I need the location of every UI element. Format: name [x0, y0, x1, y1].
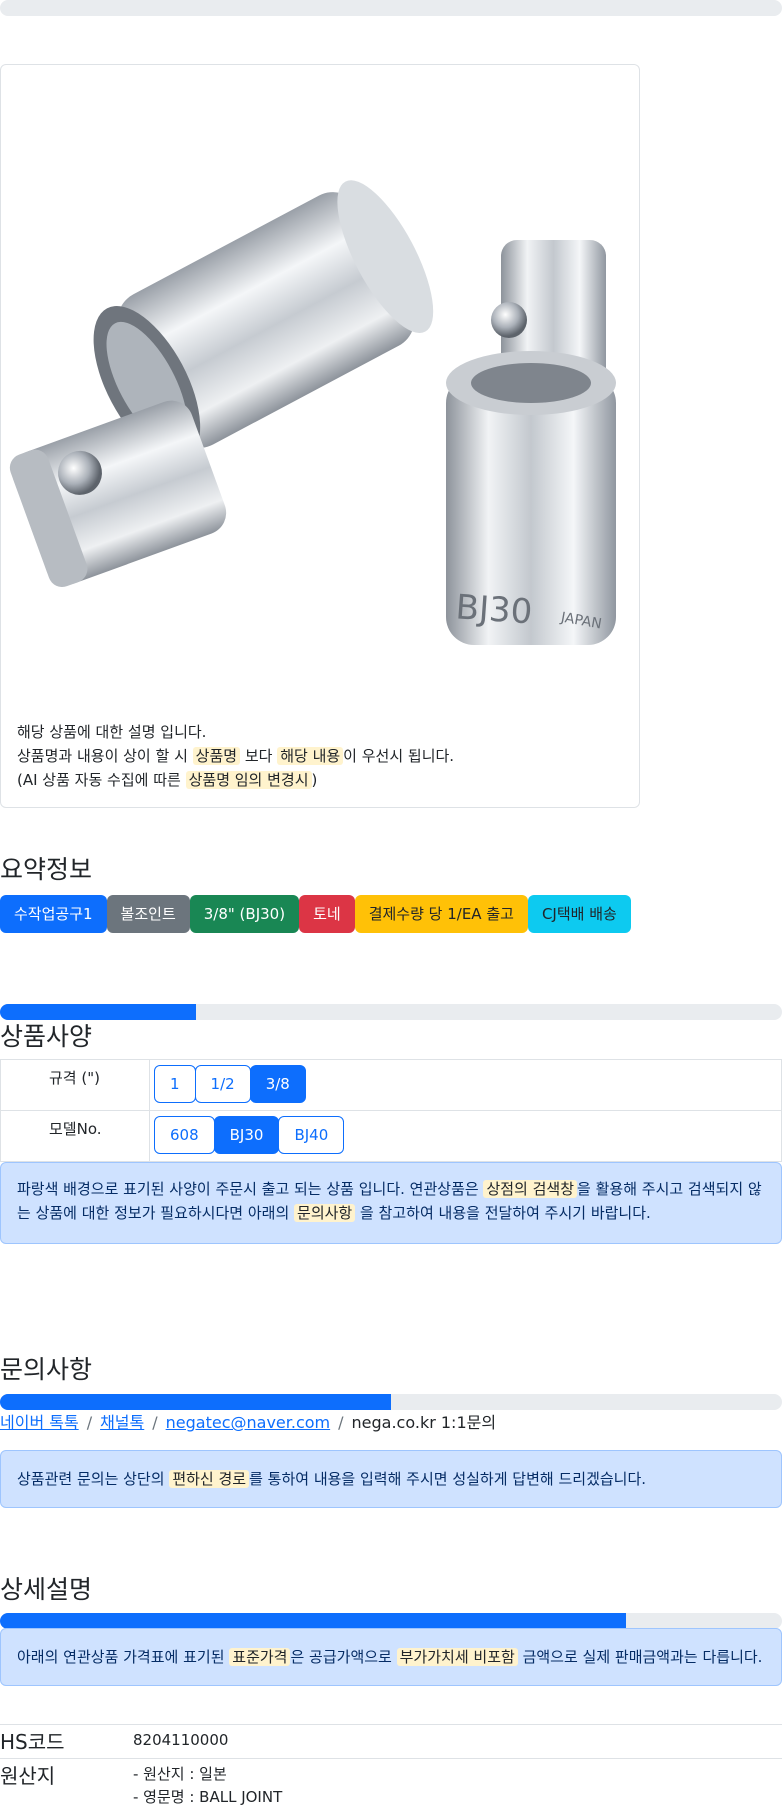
- detail-title: 상세설명: [0, 1575, 93, 1604]
- inquiry-progress: [0, 1394, 782, 1410]
- channel-talk-link[interactable]: 채널톡: [100, 1413, 144, 1432]
- size-option-3-8[interactable]: 3/8: [249, 1065, 306, 1103]
- inquiry-notice: 상품관련 문의는 상단의 편하신 경로 를 통하여 내용을 입력해 주시면 성실하…: [0, 1450, 782, 1508]
- badge-quantity: 결제수량 당 1/EA 출고: [354, 895, 528, 933]
- card-desc-line2: 상품명과 내용이 상이 할 시 상품명 보다 해당 내용 이 우선시 됩니다.: [17, 747, 455, 765]
- card-desc-line3: (AI 상품 자동 수집에 따른 상품명 임의 변경시): [17, 771, 318, 789]
- inquiry-progress-fill: [0, 1394, 391, 1410]
- svg-text:BJ30: BJ30: [454, 587, 533, 632]
- summary-title: 요약정보: [0, 855, 93, 884]
- link-separator: /: [86, 1413, 93, 1432]
- model-option-608[interactable]: 608: [154, 1116, 215, 1154]
- detail-progress-fill: [0, 1613, 626, 1629]
- product-info-table: HS코드 8204110000 원산지 - 원산지 : 일본 - 영문명 : B…: [0, 1724, 782, 1808]
- model-option-bj40[interactable]: BJ40: [278, 1116, 345, 1154]
- hs-code-label: HS코드: [0, 1730, 65, 1754]
- badge-shipping: CJ택배 배송: [527, 895, 631, 933]
- link-separator: /: [338, 1413, 344, 1432]
- size-option-1-2[interactable]: 1/2: [194, 1065, 251, 1103]
- spec-title: 상품사양: [0, 1022, 93, 1051]
- badge-size: 3/8" (BJ30): [189, 895, 300, 933]
- origin-value: - 원산지 : 일본 - 영문명 : BALL JOINT: [133, 1759, 282, 1808]
- spec-row-model: 모델No. 608 BJ30 BJ40: [0, 1111, 782, 1162]
- spec-options-model: 608 BJ30 BJ40: [150, 1111, 782, 1161]
- origin-english-name: - 영문명 : BALL JOINT: [133, 1788, 283, 1806]
- origin-country: - 원산지 : 일본: [133, 1765, 227, 1783]
- top-progress-bar: [0, 0, 782, 16]
- spec-options-size: 1 1/2 3/8: [150, 1060, 782, 1110]
- badge-category: 수작업공구1: [0, 895, 107, 933]
- hs-code-value: 8204110000: [133, 1731, 229, 1749]
- naver-talk-link[interactable]: 네이버 톡톡: [0, 1413, 79, 1432]
- inquiry-title: 문의사항: [0, 1355, 93, 1384]
- info-row-hs: HS코드 8204110000: [0, 1724, 782, 1758]
- email-link[interactable]: negatec@naver.com: [166, 1413, 330, 1432]
- spec-notice: 파랑색 배경으로 표기된 사양이 주문시 출고 되는 상품 입니다. 연관상품은…: [0, 1162, 782, 1244]
- link-separator: /: [152, 1413, 158, 1432]
- origin-label: 원산지: [0, 1764, 56, 1788]
- info-row-origin: 원산지 - 원산지 : 일본 - 영문명 : BALL JOINT: [0, 1758, 782, 1808]
- summary-badges: 수작업공구1 볼조인트 3/8" (BJ30) 토네 결제수량 당 1/EA 출…: [0, 895, 631, 933]
- detail-progress: [0, 1613, 782, 1629]
- size-option-1[interactable]: 1: [154, 1065, 196, 1103]
- model-option-bj30[interactable]: BJ30: [213, 1116, 280, 1154]
- badge-type: 볼조인트: [106, 895, 190, 933]
- card-desc-line1: 해당 상품에 대한 설명 입니다.: [17, 723, 207, 741]
- spec-row-size: 규격 (") 1 1/2 3/8: [0, 1060, 782, 1111]
- site-inquiry-text: nega.co.kr 1:1문의: [351, 1413, 497, 1432]
- spec-progress: [0, 1004, 782, 1020]
- spec-table: 규격 (") 1 1/2 3/8 모델No. 608 BJ30 BJ40: [0, 1059, 782, 1162]
- spec-label-model: 모델No.: [0, 1111, 150, 1161]
- inquiry-links: 네이버 톡톡 / 채널톡 / negatec@naver.com / nega.co.kr …: [0, 1409, 496, 1433]
- detail-notice: 아래의 연관상품 가격표에 표기된 표준가격 은 공급가액으로 부가가치세 비포함…: [0, 1628, 782, 1686]
- product-image: BJ30 JAPAN: [9, 180, 616, 645]
- spec-label-size: 규격 ("): [0, 1060, 150, 1110]
- product-image-card: BJ30 JAPAN 해당 상품에 대한 설명 입니다. 상품명과 내용이 상이…: [0, 64, 640, 808]
- badge-brand: 토네: [299, 895, 355, 933]
